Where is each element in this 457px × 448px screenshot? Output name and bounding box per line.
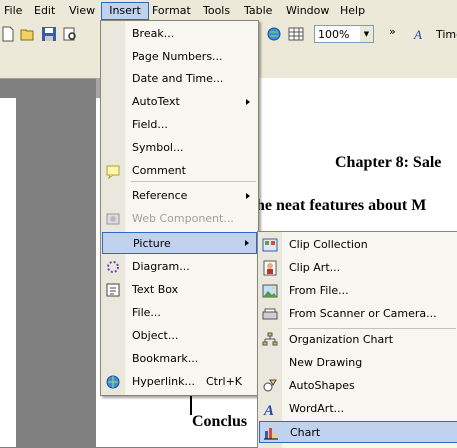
clip-art-icon <box>263 260 277 276</box>
vertical-ruler <box>0 98 17 447</box>
menu-item-symbol[interactable]: Symbol... <box>101 137 258 159</box>
menu-help[interactable]: Help <box>339 3 366 19</box>
diagram-icon <box>107 261 119 273</box>
menu-window[interactable]: Window <box>285 3 330 19</box>
margin-marker <box>190 395 192 415</box>
hyperlink-shortcut: Ctrl+K <box>206 375 243 388</box>
menu-item-diagram[interactable]: Diagram... <box>101 256 258 278</box>
org-chart-icon <box>262 332 278 346</box>
menu-file[interactable]: File <box>3 3 23 19</box>
text-box-icon <box>106 283 120 297</box>
menu-item-from-scanner[interactable]: From Scanner or Camera... <box>258 303 457 325</box>
scanner-camera-icon <box>262 308 278 320</box>
chart-icon <box>264 428 278 440</box>
menu-item-file[interactable]: File... <box>101 302 258 324</box>
picture-from-file-icon <box>262 284 278 298</box>
conclusion-heading: Conclus <box>192 413 248 430</box>
open-folder-icon[interactable] <box>20 26 36 42</box>
svg-text:A: A <box>263 403 274 417</box>
menu-item-new-drawing[interactable]: New Drawing <box>258 352 457 374</box>
picture-submenu: Clip Collection Clip Art... From File...… <box>257 231 457 448</box>
menu-item-picture[interactable]: Picture <box>102 232 257 254</box>
wordart-icon: A <box>263 403 274 417</box>
menu-item-clip-art[interactable]: Clip Art... <box>258 257 457 279</box>
menu-insert[interactable]: Insert <box>101 2 149 20</box>
menu-item-reference[interactable]: Reference <box>101 185 258 207</box>
save-icon[interactable] <box>41 26 57 42</box>
menu-item-hyperlink[interactable]: Hyperlink... Ctrl+K <box>101 371 258 393</box>
svg-text:A: A <box>413 27 422 42</box>
web-globe-icon[interactable] <box>266 26 282 42</box>
submenu-arrow-icon <box>246 99 250 105</box>
zoom-value: 100% <box>318 28 350 41</box>
menu-format[interactable]: Format <box>151 3 192 19</box>
submenu-arrow-icon <box>245 240 249 246</box>
submenu-arrow-icon <box>246 193 250 199</box>
menu-item-object[interactable]: Object... <box>101 325 258 347</box>
font-name-field[interactable]: Time <box>436 28 457 41</box>
menu-item-from-file[interactable]: From File... <box>258 280 457 302</box>
menu-item-autotext[interactable]: AutoText <box>101 91 258 113</box>
menu-view[interactable]: View <box>68 3 96 19</box>
chevron-down-icon[interactable]: ▼ <box>360 26 373 42</box>
menu-item-break[interactable]: Break... <box>101 23 258 45</box>
menu-item-autoshapes[interactable]: AutoShapes <box>258 375 457 397</box>
autoshapes-icon <box>263 379 277 392</box>
menu-item-organization-chart[interactable]: Organization Chart <box>258 329 457 351</box>
menu-table[interactable]: Table <box>243 3 273 19</box>
menu-item-web-component: Web Component... <box>101 208 258 230</box>
menu-edit[interactable]: Edit <box>33 3 56 19</box>
menu-item-comment[interactable]: Comment <box>101 160 258 182</box>
menu-item-clip-collection[interactable]: Clip Collection <box>258 234 457 256</box>
zoom-select[interactable]: 100% ▼ <box>314 25 374 43</box>
menu-item-page-numbers[interactable]: Page Numbers... <box>101 46 258 68</box>
menu-item-field[interactable]: Field... <box>101 114 258 136</box>
web-component-icon <box>106 213 120 225</box>
menu-item-chart[interactable]: Chart <box>259 421 457 443</box>
hyperlink-globe-icon <box>106 375 120 389</box>
menu-item-text-box[interactable]: Text Box <box>101 279 258 301</box>
insert-menu: Break... Page Numbers... Date and Time..… <box>100 20 259 396</box>
menu-item-date-time[interactable]: Date and Time... <box>101 68 258 90</box>
style-icon[interactable]: A <box>412 26 428 42</box>
menu-item-wordart[interactable]: A WordArt... <box>258 398 457 420</box>
toolbar-options-chevron-icon[interactable]: » <box>389 25 396 38</box>
menu-item-bookmark[interactable]: Bookmark... <box>101 348 258 370</box>
comment-icon <box>106 165 120 179</box>
new-document-icon[interactable] <box>0 26 16 42</box>
clip-collection-icon <box>262 238 278 252</box>
insert-table-icon[interactable] <box>288 26 304 42</box>
menu-tools[interactable]: Tools <box>202 3 231 19</box>
features-heading: he neat features about M <box>256 197 427 214</box>
menu-separator <box>131 181 256 182</box>
print-preview-icon[interactable] <box>62 26 78 42</box>
chapter-heading: Chapter 8: Sale <box>335 154 442 171</box>
